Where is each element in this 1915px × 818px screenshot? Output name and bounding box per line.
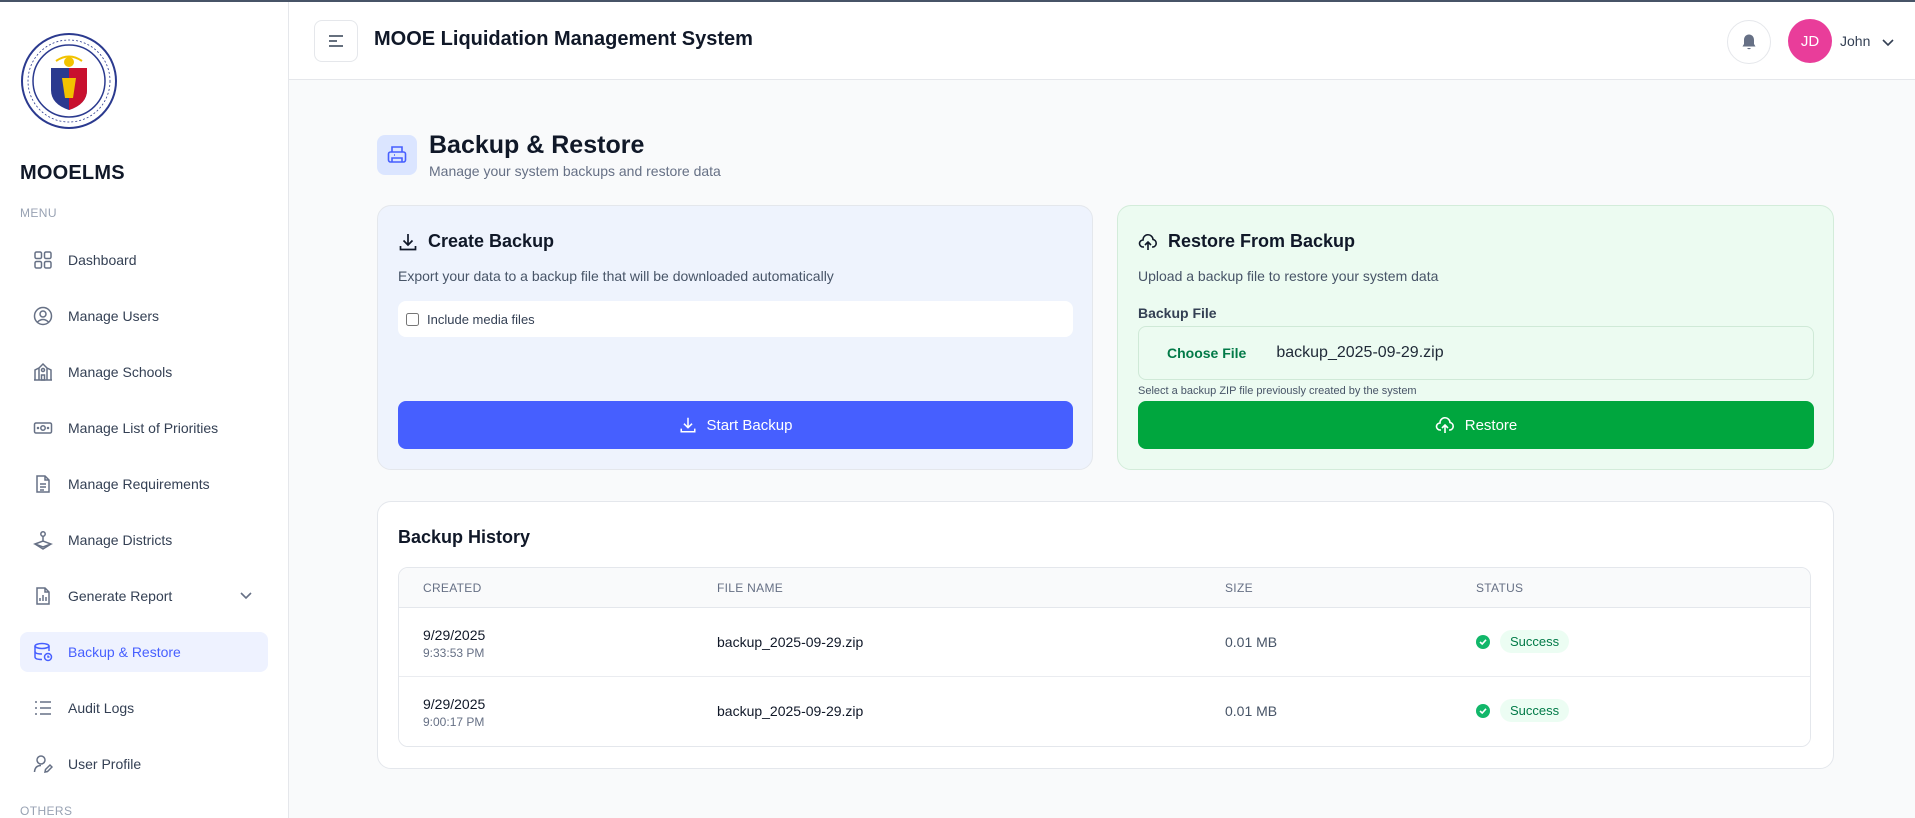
create-backup-description: Export your data to a backup file that w…: [398, 268, 834, 284]
restore-backup-title: Restore From Backup: [1138, 231, 1355, 252]
deped-seal-logo: [20, 32, 118, 130]
bell-icon: [1740, 33, 1758, 51]
printer-icon: [377, 135, 417, 175]
created-time: 9:33:53 PM: [423, 646, 485, 660]
sidebar-item-label: Manage Districts: [68, 532, 173, 548]
backup-history-table: CREATED FILE NAME SIZE STATUS 9/29/2025 …: [398, 567, 1811, 747]
sidebar-item-label: Manage Schools: [68, 364, 173, 380]
school-icon: [32, 361, 54, 383]
sidebar-toggle-button[interactable]: [314, 20, 358, 62]
column-header-created: CREATED: [423, 581, 482, 595]
page-subtitle: Manage your system backups and restore d…: [429, 163, 721, 179]
backup-file-input[interactable]: Choose File backup_2025-09-29.zip: [1138, 326, 1814, 380]
avatar[interactable]: JD: [1788, 19, 1832, 63]
sidebar-item-label: Dashboard: [68, 252, 137, 268]
sidebar-item-backup-restore[interactable]: Backup & Restore: [20, 632, 268, 672]
created-date: 9/29/2025: [423, 627, 486, 643]
sidebar-item-audit-logs[interactable]: Audit Logs: [20, 688, 268, 728]
status-badge: Success: [1500, 630, 1570, 653]
sidebar-item-label: Audit Logs: [68, 700, 135, 716]
backup-history-card: Backup History CREATED FILE NAME SIZE ST…: [377, 501, 1834, 769]
selected-file-name: backup_2025-09-29.zip: [1276, 344, 1444, 361]
check-circle-icon: [1476, 634, 1490, 649]
table-row: 9/29/2025 9:00:17 PM backup_2025-09-29.z…: [399, 677, 1810, 746]
notifications-button[interactable]: [1727, 20, 1771, 64]
chevron-down-icon: [238, 587, 254, 603]
app-title: MOOE Liquidation Management System: [374, 28, 753, 50]
document-icon: [32, 473, 54, 495]
sidebar: MOOELMS MENU Dashboard Manage Users Mana…: [0, 2, 289, 818]
sidebar-item-manage-districts[interactable]: Manage Districts: [20, 520, 268, 560]
cloud-upload-icon: [1138, 232, 1158, 252]
column-header-size: SIZE: [1225, 581, 1253, 595]
grid-icon: [32, 249, 54, 271]
restore-label: Restore: [1464, 416, 1518, 434]
include-media-checkbox[interactable]: [406, 312, 419, 326]
card-title-text: Create Backup: [428, 231, 555, 251]
status-badge: Success: [1500, 699, 1570, 722]
report-icon: [32, 585, 54, 607]
file-size: 0.01 MB: [1225, 634, 1278, 650]
cloud-upload-icon: [1435, 415, 1455, 435]
card-title-text: Restore From Backup: [1168, 231, 1356, 251]
brand-name: MOOELMS: [20, 162, 125, 184]
status-cell: Success: [1476, 630, 1570, 653]
user-name[interactable]: John: [1840, 33, 1870, 49]
others-section-label: OTHERS: [20, 804, 73, 818]
sidebar-item-dashboard[interactable]: Dashboard: [20, 240, 268, 280]
chevron-down-icon[interactable]: [1881, 35, 1895, 49]
file-name: backup_2025-09-29.zip: [717, 634, 864, 650]
column-header-file-name: FILE NAME: [717, 581, 784, 595]
user-circle-icon: [32, 305, 54, 327]
sidebar-item-generate-report[interactable]: Generate Report: [20, 576, 268, 616]
money-icon: [32, 417, 54, 439]
sidebar-item-label: Manage Users: [68, 308, 160, 324]
sidebar-item-label: User Profile: [68, 756, 142, 772]
created-date: 9/29/2025: [423, 696, 486, 712]
start-backup-label: Start Backup: [706, 416, 793, 434]
download-icon: [398, 232, 418, 252]
sidebar-item-label: Manage List of Priorities: [68, 420, 219, 436]
status-cell: Success: [1476, 699, 1570, 722]
backup-file-hint: Select a backup ZIP file previously crea…: [1138, 385, 1417, 397]
list-icon: [32, 697, 54, 719]
menu-icon: [328, 34, 344, 48]
restore-backup-card: Restore From Backup Upload a backup file…: [1117, 205, 1834, 470]
include-media-label: Include media files: [427, 311, 535, 327]
file-size: 0.01 MB: [1225, 703, 1278, 719]
sidebar-item-manage-requirements[interactable]: Manage Requirements: [20, 464, 268, 504]
page-title: Backup & Restore: [429, 131, 645, 159]
sidebar-item-manage-users[interactable]: Manage Users: [20, 296, 268, 336]
sidebar-item-manage-schools[interactable]: Manage Schools: [20, 352, 268, 392]
column-header-status: STATUS: [1476, 581, 1524, 595]
top-header: MOOE Liquidation Management System JD Jo…: [289, 2, 1915, 80]
sidebar-item-label: Manage Requirements: [68, 476, 210, 492]
check-circle-icon: [1476, 703, 1490, 718]
include-media-option[interactable]: Include media files: [398, 301, 1073, 337]
created-time: 9:00:17 PM: [423, 715, 485, 729]
sidebar-item-manage-priorities[interactable]: Manage List of Priorities: [20, 408, 268, 448]
restore-button[interactable]: Restore: [1138, 401, 1814, 449]
districts-icon: [32, 529, 54, 551]
table-header: CREATED FILE NAME SIZE STATUS: [399, 568, 1810, 608]
backup-history-title: Backup History: [398, 527, 531, 547]
user-edit-icon: [32, 753, 54, 775]
file-name: backup_2025-09-29.zip: [717, 703, 864, 719]
choose-file-button[interactable]: Choose File: [1167, 345, 1246, 361]
download-icon: [679, 416, 697, 434]
sidebar-item-label: Generate Report: [68, 588, 173, 604]
start-backup-button[interactable]: Start Backup: [398, 401, 1073, 449]
menu-section-label: MENU: [20, 206, 57, 220]
sidebar-item-user-profile[interactable]: User Profile: [20, 744, 268, 784]
backup-file-label: Backup File: [1138, 305, 1217, 321]
database-restore-icon: [32, 641, 54, 663]
create-backup-card: Create Backup Export your data to a back…: [377, 205, 1093, 470]
restore-description: Upload a backup file to restore your sys…: [1138, 268, 1439, 284]
table-row: 9/29/2025 9:33:53 PM backup_2025-09-29.z…: [399, 608, 1810, 677]
create-backup-title: Create Backup: [398, 231, 554, 252]
sidebar-item-label: Backup & Restore: [68, 644, 181, 660]
